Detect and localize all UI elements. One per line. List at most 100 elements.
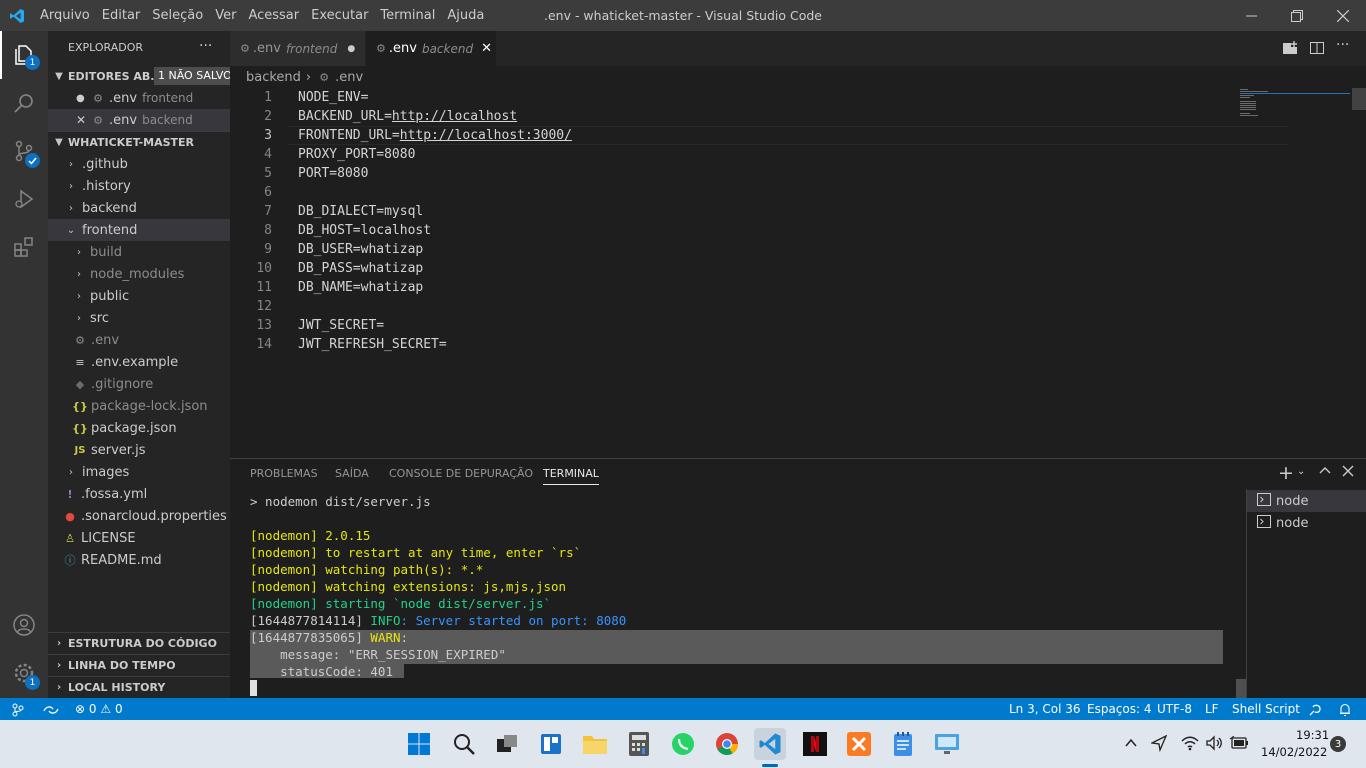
new-terminal-icon[interactable]: + — [1278, 462, 1294, 484]
minimap[interactable] — [1238, 88, 1358, 128]
menu-ver[interactable]: Ver — [209, 0, 242, 31]
wifi-icon[interactable] — [1181, 735, 1199, 755]
open-editor-item[interactable]: ● ⚙ .env frontend — [48, 87, 230, 109]
vscode-taskbar-icon[interactable] — [754, 728, 786, 760]
menu-arquivo[interactable]: Arquivo — [34, 0, 96, 31]
calculator-icon[interactable] — [623, 728, 655, 760]
close-panel-icon[interactable] — [1342, 465, 1354, 481]
tree-folder-src[interactable]: › src — [48, 307, 230, 329]
tree-file-env[interactable]: ⚙ .env — [48, 329, 230, 351]
chevron-up-icon[interactable] — [1124, 736, 1138, 754]
chrome-icon[interactable] — [711, 728, 743, 760]
tree-file-package-json[interactable]: {} package.json — [48, 417, 230, 439]
tree-file-gitignore[interactable]: ◆ .gitignore — [48, 373, 230, 395]
editor-scrollbar[interactable] — [1352, 88, 1366, 110]
open-editors-section[interactable]: ▼ EDITORES AB... 1 NÃO SALVO — [48, 65, 230, 87]
local-history-section[interactable]: › LOCAL HISTORY — [48, 676, 230, 698]
tree-folder-github[interactable]: › .github — [48, 153, 230, 175]
extensions-icon[interactable] — [0, 223, 48, 271]
tree-folder-history[interactable]: › .history — [48, 175, 230, 197]
clock-date[interactable]: 14/02/2022 — [1261, 745, 1327, 759]
outline-section[interactable]: › ESTRUTURA DO CÓDIGO — [48, 632, 230, 654]
terminal-scrollbar[interactable] — [1236, 679, 1246, 699]
feedback-icon[interactable] — [1308, 698, 1322, 720]
maximize-panel-icon[interactable] — [1319, 465, 1331, 481]
language-mode[interactable]: Shell Script — [1232, 698, 1300, 720]
file-explorer-icon[interactable] — [579, 728, 611, 760]
close-window-button[interactable] — [1320, 0, 1366, 31]
explorer-icon[interactable]: 1 — [0, 31, 48, 79]
unsaved-dot-icon[interactable]: ● — [347, 44, 355, 54]
menu-selecao[interactable]: Seleção — [146, 0, 209, 31]
settings-gear-icon[interactable]: 1 — [0, 649, 48, 697]
breadcrumb-file[interactable]: .env — [335, 70, 363, 85]
minimize-button[interactable] — [1228, 0, 1274, 31]
battery-icon[interactable] — [1229, 735, 1249, 754]
accounts-icon[interactable] — [0, 601, 48, 649]
tab-env-backend[interactable]: ⚙ .env backend ✕ — [366, 31, 496, 66]
terminal-list-item[interactable]: node — [1247, 490, 1366, 512]
chevron-down-icon[interactable]: ⌄ — [1297, 466, 1305, 477]
terminal-output[interactable]: > nodemon dist/server.js [nodemon] 2.0.1… — [230, 459, 1246, 699]
notepad-icon[interactable] — [887, 728, 919, 760]
netflix-icon[interactable] — [799, 728, 831, 760]
remote-desktop-icon[interactable] — [931, 728, 963, 760]
indentation[interactable]: Espaços: 4 — [1087, 698, 1152, 720]
tree-folder-build[interactable]: › build — [48, 241, 230, 263]
run-debug-icon[interactable] — [0, 175, 48, 223]
encoding[interactable]: UTF-8 — [1157, 698, 1192, 720]
timeline-section[interactable]: › LINHA DO TEMPO — [48, 654, 230, 676]
widgets-icon[interactable] — [535, 728, 567, 760]
clock-time[interactable]: 19:31 — [1296, 728, 1329, 742]
menu-acessar[interactable]: Acessar — [242, 0, 305, 31]
tree-file-sonarcloud[interactable]: ● .sonarcloud.properties — [48, 505, 230, 527]
split-editor-icon[interactable] — [1309, 40, 1325, 60]
problems-status[interactable]: ⊗ 0 ⚠ 0 — [75, 698, 123, 720]
menu-ajuda[interactable]: Ajuda — [441, 0, 490, 31]
tree-file-package-lock[interactable]: {} package-lock.json — [48, 395, 230, 417]
windows-start-icon[interactable] — [403, 728, 435, 760]
close-tab-icon[interactable]: ✕ — [481, 41, 492, 56]
menu-editar[interactable]: Editar — [96, 0, 147, 31]
code-link[interactable]: http://localhost — [392, 109, 517, 124]
tab-env-frontend[interactable]: ⚙ .env frontend ● — [230, 31, 365, 66]
workspace-section[interactable]: ▼ WHATICKET-MASTER — [48, 131, 230, 153]
open-editor-item-active[interactable]: ✕ ⚙ .env backend — [48, 109, 230, 131]
tree-file-license[interactable]: ♙ LICENSE — [48, 527, 230, 549]
more-actions-icon[interactable]: ··· — [1336, 37, 1349, 53]
terminal-list-item[interactable]: node — [1247, 512, 1366, 534]
tree-file-readme[interactable]: ⓘ README.md — [48, 549, 230, 571]
tree-folder-backend[interactable]: › backend — [48, 197, 230, 219]
breadcrumb-folder[interactable]: backend — [246, 70, 301, 85]
close-icon[interactable]: ✕ — [76, 113, 90, 127]
more-actions-icon[interactable]: ··· — [199, 38, 212, 54]
terminal-list: node node — [1246, 489, 1366, 699]
tree-folder-images[interactable]: › images — [48, 461, 230, 483]
menu-terminal[interactable]: Terminal — [374, 0, 441, 31]
split-editor-diff-icon[interactable] — [1282, 40, 1298, 60]
cursor-position[interactable]: Ln 3, Col 36 — [1009, 698, 1081, 720]
tree-file-fossa[interactable]: ! .fossa.yml — [48, 483, 230, 505]
tree-folder-node-modules[interactable]: › node_modules — [48, 263, 230, 285]
restore-button[interactable] — [1274, 0, 1320, 31]
tree-file-server-js[interactable]: JS server.js — [48, 439, 230, 461]
location-icon[interactable] — [1149, 734, 1168, 756]
code-editor[interactable]: 1 NODE_ENV= 2 BACKEND_URL=http://localhost 3… — [230, 88, 1366, 458]
git-branch-icon[interactable] — [12, 698, 24, 720]
live-share-icon[interactable] — [43, 698, 59, 720]
tree-folder-public[interactable]: › public — [48, 285, 230, 307]
search-icon[interactable] — [0, 79, 48, 127]
tree-file-env-example[interactable]: ≡ .env.example — [48, 351, 230, 373]
search-icon[interactable] — [448, 728, 480, 760]
xampp-icon[interactable] — [843, 728, 875, 760]
whatsapp-icon[interactable] — [667, 728, 699, 760]
end-of-line[interactable]: LF — [1205, 698, 1219, 720]
notifications-bell-icon[interactable] — [1339, 698, 1351, 720]
code-link[interactable]: http://localhost:3000/ — [400, 128, 572, 143]
menu-executar[interactable]: Executar — [305, 0, 374, 31]
tree-folder-frontend[interactable]: ⌄ frontend — [48, 219, 230, 241]
task-view-icon[interactable] — [491, 728, 523, 760]
source-control-icon[interactable] — [0, 127, 48, 175]
notifications-badge[interactable]: 3 — [1330, 736, 1346, 752]
volume-icon[interactable] — [1205, 735, 1223, 755]
